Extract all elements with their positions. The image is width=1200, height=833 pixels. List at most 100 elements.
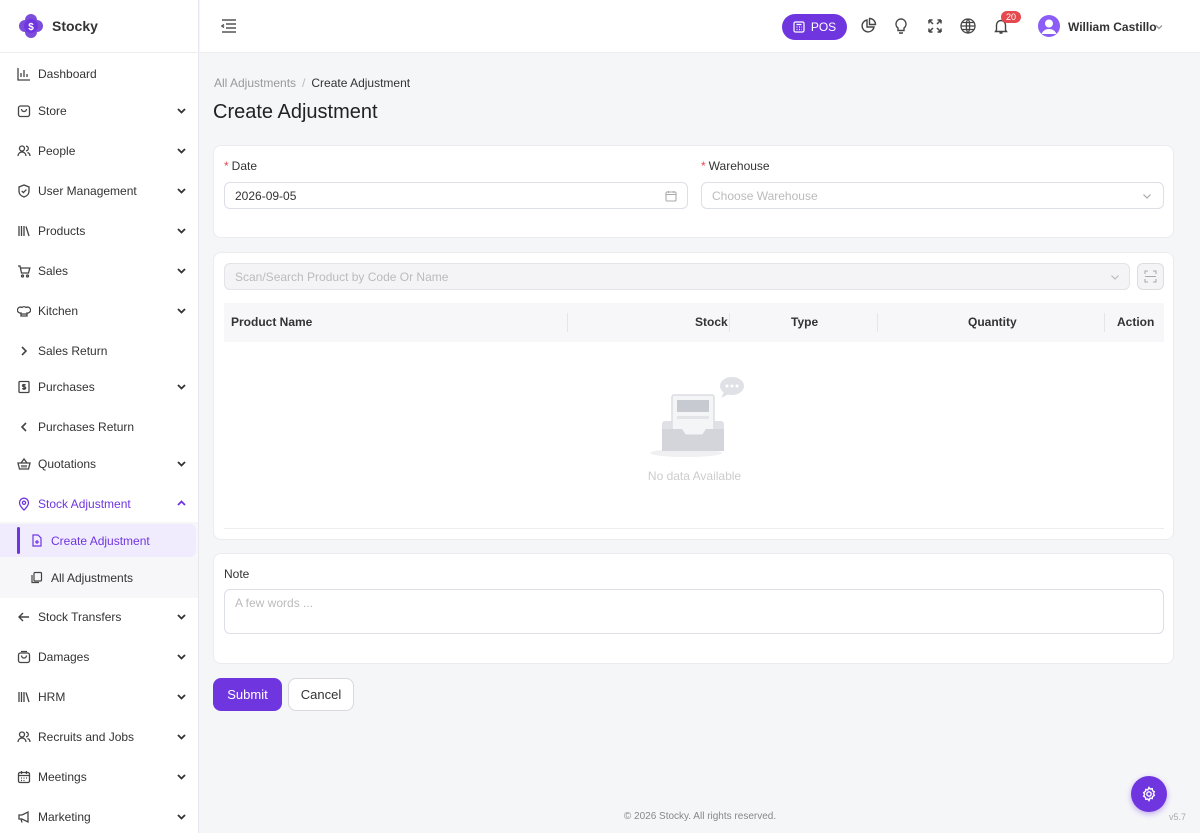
- date-field[interactable]: 2026-09-05: [224, 182, 688, 209]
- empty-state-text: No data Available: [647, 469, 742, 483]
- chevron-down-icon: [177, 268, 186, 274]
- chevron-down-icon: [177, 814, 186, 820]
- bag-icon: [17, 650, 31, 664]
- sidebar-subitem-create-adjustment[interactable]: Create Adjustment: [0, 524, 196, 557]
- location-pin-icon: [18, 497, 30, 511]
- sidebar-item-label: Store: [38, 104, 67, 118]
- sidebar-item-recruits-and-jobs[interactable]: Recruits and Jobs: [0, 722, 198, 752]
- brand[interactable]: $ Stocky: [0, 0, 198, 53]
- arrow-left-icon: [18, 612, 29, 622]
- chef-hat-icon: [17, 306, 31, 317]
- chevron-up-icon: [177, 500, 186, 506]
- sidebar-item-damages[interactable]: Damages: [0, 642, 198, 672]
- shield-icon: [18, 184, 30, 198]
- receipt-icon: [18, 380, 30, 394]
- column-divider: [1104, 313, 1105, 332]
- required-asterisk: *: [224, 159, 229, 173]
- breadcrumb-parent-link[interactable]: All Adjustments: [214, 76, 296, 90]
- chevron-down-icon: [177, 694, 186, 700]
- warehouse-select[interactable]: Choose Warehouse: [701, 182, 1164, 209]
- sidebar-item-label: Marketing: [38, 810, 91, 824]
- required-asterisk: *: [701, 159, 706, 173]
- sidebar-item-meetings[interactable]: Meetings: [0, 762, 198, 792]
- pie-chart-icon[interactable]: [859, 17, 877, 35]
- top-header: POS 20 William Castillo: [200, 0, 1200, 53]
- column-header-type: Type: [791, 315, 819, 329]
- warehouse-placeholder: Choose Warehouse: [712, 188, 818, 203]
- megaphone-icon: [18, 810, 29, 824]
- sidebar-item-purchases[interactable]: Purchases: [0, 372, 198, 402]
- sidebar-item-hrm[interactable]: HRM: [0, 682, 198, 712]
- product-search-input[interactable]: Scan/Search Product by Code Or Name: [224, 263, 1130, 290]
- settings-fab-button[interactable]: [1131, 776, 1167, 812]
- column-divider: [877, 313, 878, 332]
- sidebar-item-purchases-return[interactable]: Purchases Return: [0, 412, 198, 442]
- fullscreen-icon[interactable]: [926, 17, 944, 35]
- note-placeholder: A few words ...: [235, 596, 314, 610]
- user-avatar[interactable]: [1038, 15, 1060, 37]
- sidebar-item-label: People: [38, 144, 76, 158]
- copy-icon: [31, 571, 43, 584]
- sidebar-item-label: Kitchen: [38, 304, 79, 318]
- pos-label: POS: [810, 20, 837, 34]
- sidebar-item-label: Damages: [38, 650, 90, 664]
- sidebar-item-people[interactable]: People: [0, 136, 198, 166]
- products-card: Scan/Search Product by Code Or Name Prod…: [213, 252, 1174, 540]
- calendar-icon[interactable]: [665, 190, 677, 202]
- column-divider: [729, 313, 730, 332]
- note-textarea[interactable]: A few words ...: [224, 589, 1164, 634]
- sidebar-item-label: Recruits and Jobs: [38, 730, 135, 744]
- sidebar-item-products[interactable]: Products: [0, 216, 198, 246]
- page-title: Create Adjustment: [213, 101, 378, 123]
- store-icon: [17, 105, 31, 118]
- svg-text:$: $: [28, 22, 34, 33]
- notification-count-badge: 20: [1001, 11, 1022, 23]
- user-name[interactable]: William Castillo: [1068, 20, 1157, 34]
- sidebar-item-sales-return[interactable]: Sales Return: [0, 336, 198, 366]
- chevron-down-icon: [177, 148, 186, 154]
- people-icon: [17, 145, 31, 157]
- pos-button[interactable]: POS: [782, 14, 847, 40]
- submit-button[interactable]: Submit: [213, 678, 282, 711]
- books-icon: [18, 226, 30, 237]
- sidebar-item-marketing[interactable]: Marketing: [0, 802, 198, 832]
- footer-copyright: © 2026 Stocky. All rights reserved.: [623, 811, 777, 822]
- chevron-down-icon: [177, 188, 186, 194]
- chevron-down-icon: [177, 308, 186, 314]
- app-version: v5.7: [1168, 812, 1186, 822]
- sidebar-item-stock-transfers[interactable]: Stock Transfers: [0, 602, 198, 632]
- column-header-action: Action: [1117, 315, 1155, 329]
- sidebar-item-quotations[interactable]: Quotations: [0, 449, 198, 479]
- sidebar-item-stock-adjustment[interactable]: Stock Adjustment: [0, 489, 198, 519]
- sidebar-item-label: Stock Transfers: [38, 610, 122, 624]
- cancel-button[interactable]: Cancel: [288, 678, 354, 711]
- active-indicator: [17, 527, 20, 554]
- cart-icon: [18, 265, 31, 278]
- note-label: Note: [224, 567, 250, 581]
- library-icon: [18, 692, 30, 703]
- sidebar-item-kitchen[interactable]: Kitchen: [0, 296, 198, 326]
- sidebar-item-sales[interactable]: Sales: [0, 256, 198, 286]
- lightbulb-icon[interactable]: [892, 17, 910, 35]
- globe-icon[interactable]: [959, 17, 977, 35]
- barcode-scan-button[interactable]: [1137, 263, 1164, 290]
- sidebar-subitem-all-adjustments[interactable]: All Adjustments: [0, 561, 196, 594]
- sidebar-item-label: Sales Return: [38, 344, 108, 358]
- sidebar-item-label: User Management: [38, 184, 137, 198]
- sidebar-item-label: Stock Adjustment: [38, 497, 131, 511]
- column-header-product-name: Product Name: [231, 315, 313, 329]
- stocky-logo-icon: $: [19, 14, 43, 38]
- chevron-down-icon[interactable]: [1154, 22, 1164, 32]
- sidebar-subitem-label: Create Adjustment: [51, 533, 150, 548]
- menu-toggle-icon[interactable]: [220, 17, 238, 35]
- sidebar-item-dashboard[interactable]: Dashboard: [0, 59, 198, 89]
- sidebar-subitem-label: All Adjustments: [51, 570, 134, 585]
- products-table-header: Product Name Stock Type Quantity Action: [224, 303, 1164, 342]
- stock-adjustment-submenu: Create Adjustment All Adjustments: [0, 522, 198, 598]
- warehouse-label: * Warehouse: [701, 159, 770, 173]
- chevron-down-icon: [177, 228, 186, 234]
- calendar-icon: [17, 771, 31, 784]
- sidebar-item-store[interactable]: Store: [0, 96, 198, 126]
- breadcrumb: All Adjustments / Create Adjustment: [214, 76, 410, 90]
- sidebar-item-user-management[interactable]: User Management: [0, 176, 198, 206]
